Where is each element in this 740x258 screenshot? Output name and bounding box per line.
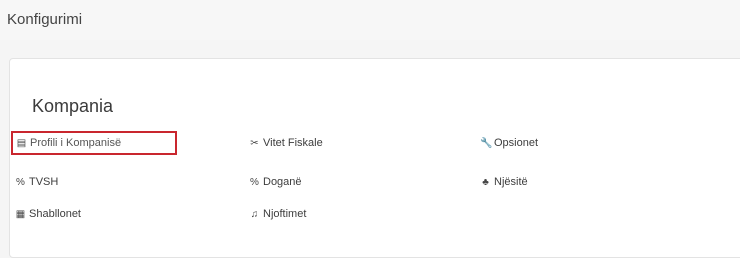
document-icon: ▤ xyxy=(16,137,27,149)
page-title: Konfigurimi xyxy=(7,11,83,28)
menu-item-label: Doganë xyxy=(263,176,302,188)
menu-item-company-profile[interactable]: ▤ Profili i Kompanisë xyxy=(11,131,177,155)
percent-icon: % xyxy=(16,176,25,188)
section-title: Kompania xyxy=(32,96,114,116)
menu-item-vat[interactable]: % TVSH xyxy=(15,176,58,188)
top-bar: Konfigurimi xyxy=(0,0,740,40)
menu-item-templates[interactable]: ▦ Shabllonet xyxy=(15,208,81,220)
wrench-icon: 🔧 xyxy=(480,137,493,149)
template-icon: ▦ xyxy=(15,208,26,220)
menu-item-label: Opsionet xyxy=(494,137,539,149)
menu-item-notifications[interactable]: ♫ Njoftimet xyxy=(249,208,307,220)
scissors-icon: ✂ xyxy=(250,137,259,149)
menu-item-label: Njësitë xyxy=(494,176,528,188)
menu-item-label: Shabllonet xyxy=(29,208,81,220)
company-settings-panel: Kompania ▤ Profili i Kompanisë ✂ Vitet F… xyxy=(9,58,740,258)
menu-item-label: Profili i Kompanisë xyxy=(30,137,122,149)
menu-item-fiscal-years[interactable]: ✂ Vitet Fiskale xyxy=(249,137,323,149)
menu-item-options[interactable]: 🔧 Opsionet xyxy=(480,137,538,149)
menu-item-customs[interactable]: % Doganë xyxy=(249,176,302,188)
menu-item-label: Njoftimet xyxy=(263,208,307,220)
sitemap-icon: ♣ xyxy=(482,176,489,188)
bell-icon: ♫ xyxy=(250,208,259,220)
menu-item-units[interactable]: ♣ Njësitë xyxy=(480,176,528,188)
menu-item-label: Vitet Fiskale xyxy=(263,137,323,149)
percent-icon: % xyxy=(250,176,259,188)
menu-item-label: TVSH xyxy=(29,176,59,188)
